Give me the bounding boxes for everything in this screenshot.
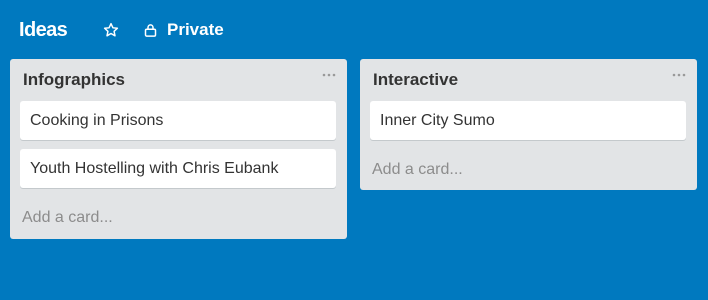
list-menu-button[interactable] <box>321 67 337 83</box>
more-horizontal-icon <box>322 73 336 77</box>
star-button[interactable] <box>101 20 121 40</box>
add-card-button[interactable]: Add a card... <box>372 159 463 180</box>
star-icon <box>103 22 119 37</box>
card[interactable]: Inner City Sumo <box>370 101 686 140</box>
list-interactive: Interactive Inner City Sumo Add a card..… <box>360 59 697 190</box>
list-infographics: Infographics Cooking in Prisons Youth Ho… <box>10 59 347 239</box>
more-horizontal-icon <box>672 73 686 77</box>
board-header: Ideas Private <box>0 0 708 60</box>
list-title[interactable]: Infographics <box>23 69 125 91</box>
add-card-button[interactable]: Add a card... <box>22 207 113 228</box>
board-title[interactable]: Ideas <box>19 18 68 42</box>
lock-icon <box>144 23 157 37</box>
card[interactable]: Cooking in Prisons <box>20 101 336 140</box>
card[interactable]: Youth Hostelling with Chris Eubank <box>20 149 336 188</box>
list-title[interactable]: Interactive <box>373 69 458 91</box>
privacy-button[interactable]: Private <box>143 19 224 41</box>
list-menu-button[interactable] <box>671 67 687 83</box>
privacy-label: Private <box>167 20 224 39</box>
